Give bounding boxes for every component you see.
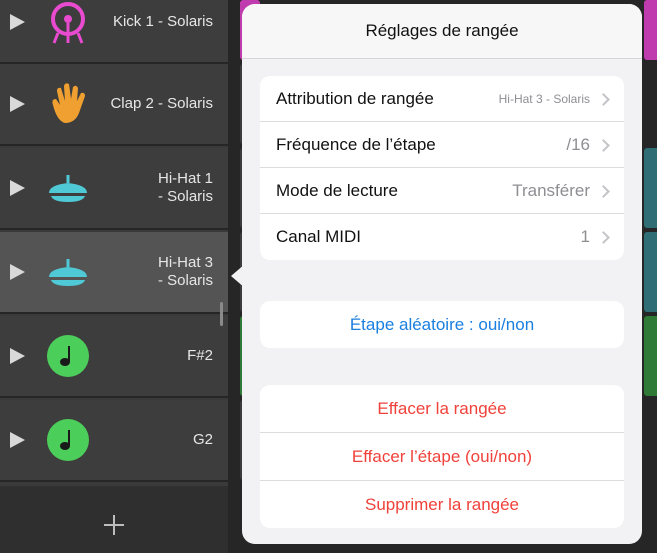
- step-cell[interactable]: [644, 232, 657, 312]
- play-icon[interactable]: [10, 180, 25, 196]
- track-row-g2[interactable]: G2: [0, 400, 228, 482]
- toggle-clear-step-button[interactable]: Effacer l’étape (oui/non): [260, 433, 624, 481]
- cell-value: 1: [580, 227, 590, 246]
- track-row-hihat-1[interactable]: Hi-Hat 1 - Solaris: [0, 148, 228, 230]
- play-icon[interactable]: [10, 264, 25, 280]
- settings-group: Attribution de rangée Hi-Hat 3 - Solaris…: [260, 76, 624, 260]
- play-icon[interactable]: [10, 14, 25, 30]
- play-icon[interactable]: [10, 348, 25, 364]
- track-name: F#2: [187, 347, 213, 364]
- cell-value: Transférer: [512, 181, 590, 200]
- play-icon[interactable]: [10, 432, 25, 448]
- hi-hat-icon: [49, 259, 87, 286]
- clear-row-button[interactable]: Effacer la rangée: [260, 385, 624, 433]
- random-step-group: Étape aléatoire : oui/non: [260, 301, 624, 348]
- add-track-button[interactable]: [104, 515, 124, 535]
- track-row-clap[interactable]: Clap 2 - Solaris: [0, 64, 228, 146]
- popover-title: Réglages de rangée: [242, 4, 642, 59]
- random-step-button[interactable]: Étape aléatoire : oui/non: [260, 301, 624, 348]
- chevron-right-icon: [597, 184, 610, 198]
- cell-label: Fréquence de l’étape: [276, 135, 436, 154]
- playback-mode-cell[interactable]: Mode de lecture Transférer: [260, 168, 624, 214]
- hi-hat-icon: [49, 175, 87, 202]
- kick-drum-icon: [51, 2, 85, 44]
- track-name: G2: [192, 431, 213, 448]
- step-cell[interactable]: [644, 148, 657, 228]
- music-note-icon: [47, 419, 89, 461]
- music-note-icon: [47, 335, 89, 377]
- track-name: Clap 2 - Solaris: [110, 95, 213, 112]
- track-row-kick[interactable]: Kick 1 - Solaris: [0, 0, 228, 64]
- track-row-hihat-3[interactable]: Hi-Hat 3 - Solaris: [0, 232, 228, 314]
- step-cell[interactable]: [644, 316, 657, 396]
- row-assignment-cell[interactable]: Attribution de rangée Hi-Hat 3 - Solaris: [260, 76, 624, 122]
- play-icon[interactable]: [10, 96, 25, 112]
- delete-row-button[interactable]: Supprimer la rangée: [260, 481, 624, 528]
- step-cell[interactable]: [644, 0, 657, 60]
- chevron-right-icon: [597, 231, 610, 244]
- chevron-right-icon: [597, 138, 610, 152]
- track-row-f2[interactable]: F#2: [0, 316, 228, 398]
- chevron-right-icon: [597, 92, 610, 106]
- track-name: Hi-Hat 3 - Solaris: [157, 254, 213, 289]
- cell-label: Attribution de rangée: [276, 89, 434, 108]
- step-rate-cell[interactable]: Fréquence de l’étape /16: [260, 122, 624, 168]
- actions-group: Effacer la rangée Effacer l’étape (oui/n…: [260, 385, 624, 528]
- row-settings-popover: Réglages de rangée Attribution de rangée…: [242, 4, 642, 544]
- midi-channel-cell[interactable]: Canal MIDI 1: [260, 214, 624, 260]
- cell-label: Mode de lecture: [276, 181, 398, 200]
- scrollbar[interactable]: [220, 302, 223, 326]
- hand-clap-icon: [52, 83, 85, 123]
- track-list: Kick 1 - Solaris Clap 2 - Solaris Hi-Hat…: [0, 0, 228, 553]
- cell-label: Canal MIDI: [276, 227, 362, 246]
- cell-value: Hi-Hat 3 - Solaris: [498, 92, 590, 106]
- track-name: Hi-Hat 1 - Solaris: [157, 170, 213, 205]
- track-name: Kick 1 - Solaris: [112, 13, 213, 30]
- cell-value: /16: [566, 135, 590, 154]
